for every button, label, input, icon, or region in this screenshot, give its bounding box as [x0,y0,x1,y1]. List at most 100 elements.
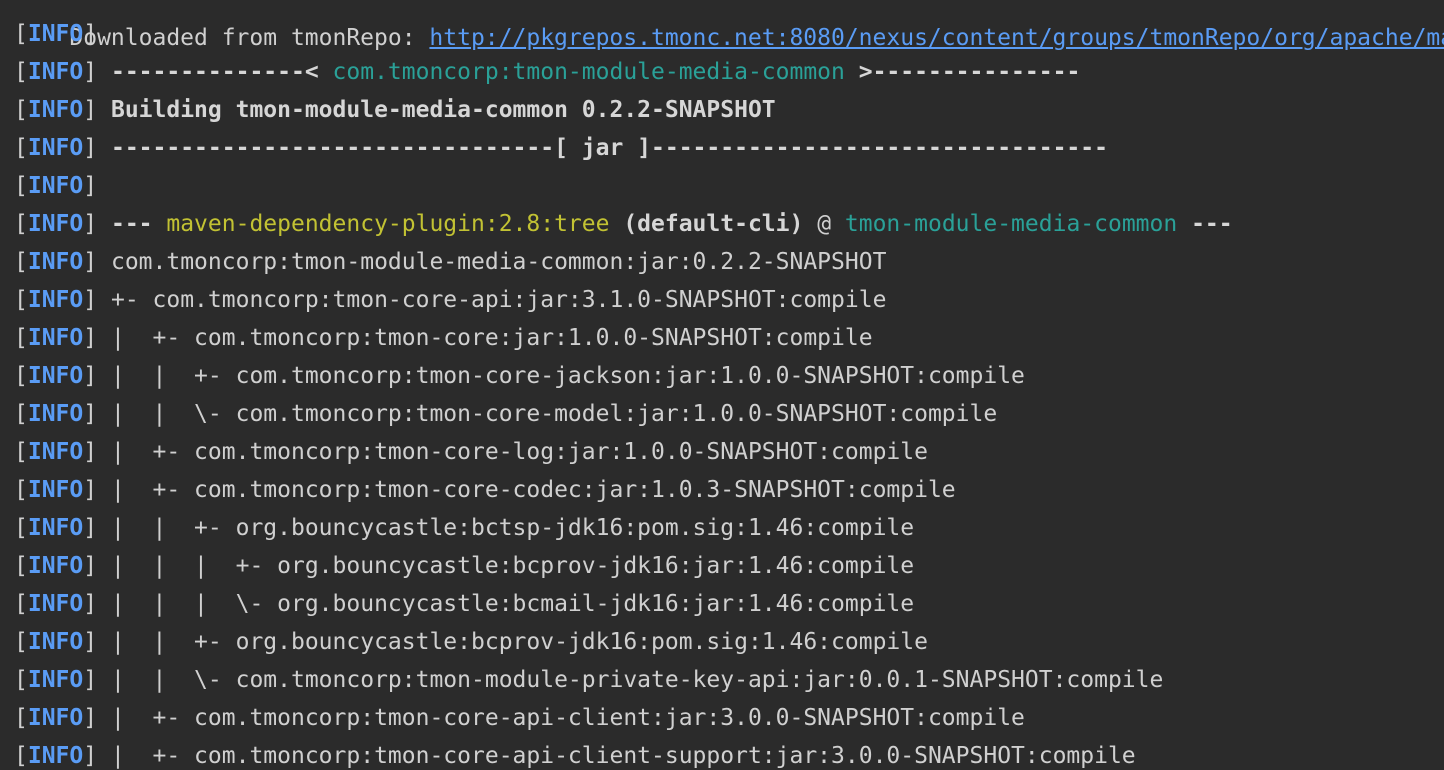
log-line: [INFO] --- maven-dependency-plugin:2.8:t… [14,205,1233,243]
log-level: INFO [27,97,84,123]
log-level: INFO [27,591,84,617]
level-bracket-open: [ [14,477,28,503]
log-level: INFO [27,21,84,47]
log-level: INFO [27,135,84,161]
log-level: INFO [27,401,84,427]
level-bracket-close: ] [83,401,98,427]
log-segment: +- com.tmoncorp:tmon-core-api:jar:3.1.0-… [110,287,887,313]
log-level: INFO [27,667,84,693]
log-line: [INFO] [14,15,97,53]
download-prefix: Downloaded from tmonRepo: [69,25,430,51]
log-line: [INFO] | | | +- org.bouncycastle:bcprov-… [14,547,914,585]
log-level: INFO [27,705,84,731]
log-segment: | | | \- org.bouncycastle:bcmail-jdk16:j… [110,591,915,617]
log-level: INFO [27,173,84,199]
download-url-link[interactable]: http://pkgrepos.tmonc.net:8080/nexus/con… [429,25,1444,51]
level-bracket-open: [ [14,21,28,47]
level-bracket-close: ] [83,439,98,465]
level-bracket-close: ] [83,705,98,731]
level-bracket-close: ] [83,667,98,693]
log-line: [INFO] --------------< com.tmoncorp:tmon… [14,53,1080,91]
level-bracket-close: ] [83,287,98,313]
level-bracket-open: [ [14,135,28,161]
log-level: INFO [27,363,84,389]
level-bracket-open: [ [14,59,28,85]
level-bracket-open: [ [14,553,28,579]
level-bracket-open: [ [14,629,28,655]
level-bracket-close: ] [83,553,98,579]
level-bracket-open: [ [14,97,28,123]
level-bracket-close: ] [83,591,98,617]
log-segment: com.tmoncorp:tmon-module-media-common [332,59,845,85]
log-segment: | +- com.tmoncorp:tmon-core:jar:1.0.0-SN… [110,325,873,351]
level-bracket-open: [ [14,249,28,275]
log-level: INFO [27,515,84,541]
level-bracket-close: ] [83,363,98,389]
log-line: [INFO] | +- com.tmoncorp:tmon-core-codec… [14,471,956,509]
log-level: INFO [27,249,84,275]
log-segment: >--------------- [844,59,1081,85]
log-line: [INFO] | | | \- org.bouncycastle:bcmail-… [14,585,914,623]
log-level: INFO [27,287,84,313]
log-segment: | | +- org.bouncycastle:bcprov-jdk16:pom… [110,629,928,655]
log-segment: --------------------------------[ jar ]-… [110,135,1108,161]
log-line: [INFO] | | +- com.tmoncorp:tmon-core-jac… [14,357,1025,395]
log-segment: Building tmon-module-media-common 0.2.2-… [110,97,776,123]
level-bracket-open: [ [14,173,28,199]
log-level: INFO [27,629,84,655]
level-bracket-open: [ [14,401,28,427]
log-segment: @ [803,211,845,237]
level-bracket-close: ] [83,135,98,161]
log-segment: --- [1177,211,1233,237]
log-line: [INFO] | +- com.tmoncorp:tmon-core-api-c… [14,699,1025,737]
log-line: [INFO] | | +- org.bouncycastle:bcprov-jd… [14,623,928,661]
level-bracket-open: [ [14,287,28,313]
log-level: INFO [27,477,84,503]
log-line: [INFO] | | +- org.bouncycastle:bctsp-jdk… [14,509,914,547]
log-level: INFO [27,743,84,769]
level-bracket-open: [ [14,515,28,541]
level-bracket-open: [ [14,591,28,617]
level-bracket-close: ] [83,173,98,199]
log-line: [INFO] [14,167,97,205]
log-line: [INFO] Building tmon-module-media-common… [14,91,776,129]
log-segment: | | +- com.tmoncorp:tmon-core-jackson:ja… [110,363,1025,389]
download-line: Downloaded from tmonRepo: http://pkgrepo… [14,0,1444,51]
log-line: [INFO] | | \- com.tmoncorp:tmon-core-mod… [14,395,997,433]
level-bracket-open: [ [14,363,28,389]
level-bracket-open: [ [14,325,28,351]
log-segment: | +- com.tmoncorp:tmon-core-api-client:j… [110,705,1025,731]
log-level: INFO [27,59,84,85]
log-level: INFO [27,211,84,237]
log-line: [INFO] | +- com.tmoncorp:tmon-core-api-c… [14,737,1136,770]
log-line: [INFO] | +- com.tmoncorp:tmon-core:jar:1… [14,319,873,357]
log-segment: | | \- com.tmoncorp:tmon-core-model:jar:… [110,401,998,427]
level-bracket-close: ] [83,515,98,541]
log-segment: | | +- org.bouncycastle:bctsp-jdk16:pom.… [110,515,915,541]
log-segment: | +- com.tmoncorp:tmon-core-log:jar:1.0.… [110,439,928,465]
level-bracket-close: ] [83,211,98,237]
level-bracket-open: [ [14,667,28,693]
log-segment: | +- com.tmoncorp:tmon-core-codec:jar:1.… [110,477,956,503]
log-level: INFO [27,439,84,465]
level-bracket-close: ] [83,59,98,85]
level-bracket-open: [ [14,439,28,465]
level-bracket-close: ] [83,743,98,769]
level-bracket-close: ] [83,629,98,655]
level-bracket-close: ] [83,325,98,351]
log-line: [INFO] +- com.tmoncorp:tmon-core-api:jar… [14,281,886,319]
log-segment: | | | +- org.bouncycastle:bcprov-jdk16:j… [110,553,915,579]
log-line: [INFO] --------------------------------[… [14,129,1108,167]
log-segment: (default-cli) [609,211,804,237]
log-segment: | | \- com.tmoncorp:tmon-module-private-… [110,667,1164,693]
level-bracket-close: ] [83,97,98,123]
log-segment: com.tmoncorp:tmon-module-media-common:ja… [110,249,887,275]
log-segment: | +- com.tmoncorp:tmon-core-api-client-s… [110,743,1136,769]
log-segment: tmon-module-media-common [844,211,1178,237]
log-line: [INFO] | | \- com.tmoncorp:tmon-module-p… [14,661,1163,699]
log-segment: maven-dependency-plugin:2.8:tree [166,211,610,237]
level-bracket-open: [ [14,211,28,237]
terminal-output[interactable]: Downloaded from tmonRepo: http://pkgrepo… [0,0,1444,770]
log-level: INFO [27,553,84,579]
level-bracket-close: ] [83,21,98,47]
